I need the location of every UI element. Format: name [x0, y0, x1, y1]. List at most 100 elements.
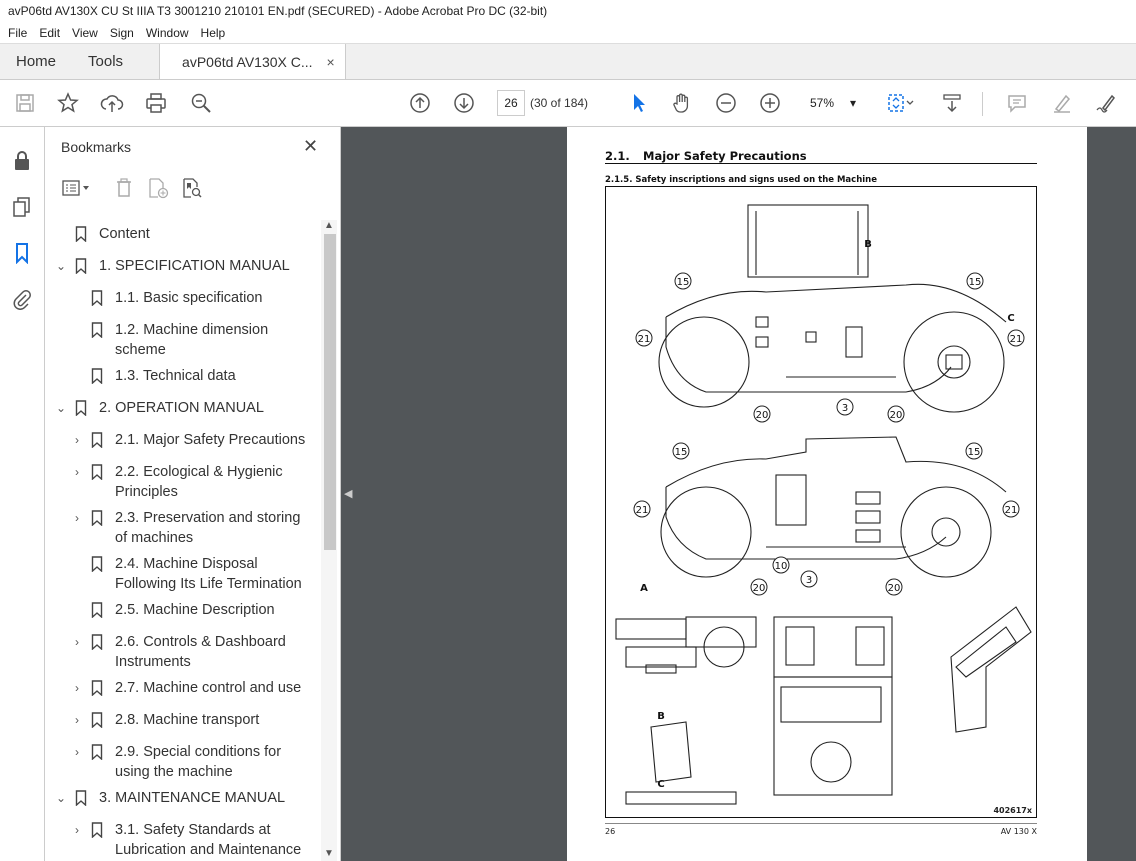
bookmark-item[interactable]: ⌄ 1. SPECIFICATION MANUAL: [53, 256, 290, 276]
options-menu-icon[interactable]: [59, 179, 93, 197]
hand-tool-icon[interactable]: [669, 80, 695, 126]
zoom-search-icon[interactable]: [188, 80, 214, 126]
select-cursor-icon[interactable]: [626, 80, 652, 126]
pages-icon[interactable]: [10, 195, 34, 219]
bookmark-item[interactable]: 2.5. Machine Description: [69, 600, 319, 620]
view-label-b2: B: [657, 711, 665, 722]
bookmark-item[interactable]: ⌄ 2. OPERATION MANUAL: [53, 398, 264, 418]
bookmark-item[interactable]: ⌄ 3. MAINTENANCE MANUAL: [53, 788, 285, 808]
toolbar: 26 (30 of 184) 57% ▾: [0, 80, 1136, 127]
bookmark-flag-icon: [85, 600, 109, 620]
chevron-icon: [69, 600, 85, 620]
zoom-out-icon[interactable]: [713, 80, 739, 126]
bookmark-item[interactable]: › 2.8. Machine transport: [69, 710, 319, 730]
bookmark-item[interactable]: › 2.3. Preservation and storing of machi…: [69, 508, 319, 548]
delete-icon[interactable]: [107, 178, 141, 198]
callout-label: 15: [969, 277, 982, 288]
zoom-value: 57%: [810, 96, 835, 110]
bookmark-item[interactable]: › 2.7. Machine control and use: [69, 678, 319, 698]
save-icon[interactable]: [12, 80, 38, 126]
tab-close-icon[interactable]: ×: [327, 54, 335, 70]
bookmark-item[interactable]: Content: [53, 224, 150, 244]
bookmark-label: Content: [99, 226, 150, 242]
bookmark-item[interactable]: 1.3. Technical data: [69, 366, 319, 386]
menu-window[interactable]: Window: [140, 26, 195, 40]
document-viewer[interactable]: ◀ 2.1. Major Safety Precautions 2.1.5. S…: [341, 127, 1136, 861]
zoom-in-icon[interactable]: [757, 80, 783, 126]
upload-cloud-icon[interactable]: [99, 80, 125, 126]
collapse-panel-icon[interactable]: ◀: [344, 487, 352, 500]
bookmarks-panel: Bookmarks ✕ Content ⌄ 1. SPECIFICATION M…: [45, 127, 341, 861]
new-bookmark-icon[interactable]: [141, 177, 175, 199]
heading-rule: [605, 163, 1037, 164]
chevron-right-icon[interactable]: ›: [69, 632, 85, 652]
callout-label: 20: [888, 583, 901, 594]
tab-bar: Home Tools avP06td AV130X C... ×: [0, 43, 1136, 80]
star-icon[interactable]: [55, 80, 81, 126]
chevron-right-icon[interactable]: ›: [69, 462, 85, 482]
comment-icon[interactable]: [1004, 80, 1030, 126]
bookmark-item[interactable]: › 2.9. Special conditions for using the …: [69, 742, 319, 782]
bookmark-item[interactable]: 1.1. Basic specification: [69, 288, 319, 308]
bookmark-list: Content ⌄ 1. SPECIFICATION MANUAL 1.1. B…: [45, 220, 321, 861]
chevron-right-icon[interactable]: ›: [69, 678, 85, 698]
scrollbar-thumb[interactable]: [324, 234, 336, 550]
bookmarks-icon[interactable]: [10, 241, 34, 265]
menu-view[interactable]: View: [66, 26, 104, 40]
section-heading: Major Safety Precautions: [643, 149, 807, 163]
bookmark-item[interactable]: › 2.1. Major Safety Precautions: [69, 430, 319, 450]
chevron-right-icon[interactable]: ›: [69, 508, 85, 528]
bookmark-flag-icon: [69, 398, 93, 418]
fit-page-icon[interactable]: [884, 80, 918, 126]
section-title: 2.1. Major Safety Precautions: [605, 149, 807, 163]
chevron-icon: [69, 366, 85, 386]
chevron-right-icon[interactable]: ›: [69, 710, 85, 730]
scroll-down-icon[interactable]: ▼: [324, 848, 334, 859]
bookmark-label: 2.6. Controls & Dashboard Instruments: [115, 634, 286, 670]
callout-label: 20: [753, 583, 766, 594]
chevron-right-icon[interactable]: ›: [69, 430, 85, 450]
bookmark-item[interactable]: › 2.6. Controls & Dashboard Instruments: [69, 632, 319, 672]
menu-help[interactable]: Help: [195, 26, 232, 40]
pdf-page: 2.1. Major Safety Precautions 2.1.5. Saf…: [567, 127, 1087, 861]
tab-tools[interactable]: Tools: [72, 44, 139, 79]
print-icon[interactable]: [143, 80, 169, 126]
bookmark-item[interactable]: 1.2. Machine dimension scheme: [69, 320, 319, 360]
highlight-pen-icon[interactable]: [1049, 80, 1075, 126]
bookmark-label: 2.1. Major Safety Precautions: [115, 432, 306, 448]
sign-pen-icon[interactable]: [1093, 80, 1119, 126]
tab-document[interactable]: avP06td AV130X C... ×: [159, 44, 346, 79]
bookmark-flag-icon: [85, 742, 109, 762]
chevron-icon: [69, 288, 85, 308]
page-number-input[interactable]: 26: [497, 90, 525, 116]
bookmark-item[interactable]: › 2.2. Ecological & Hygienic Principles: [69, 462, 319, 502]
scroll-up-icon[interactable]: ▲: [324, 220, 334, 231]
bookmark-item[interactable]: › 3.1. Safety Standards at Lubrication a…: [69, 820, 321, 860]
panel-scrollbar[interactable]: ▲ ▼: [321, 220, 337, 861]
bookmark-tools: [59, 175, 209, 201]
bookmark-flag-icon: [69, 256, 93, 276]
chevron-right-icon[interactable]: ›: [69, 820, 85, 840]
next-page-icon[interactable]: [451, 80, 477, 126]
lock-icon[interactable]: [10, 149, 34, 173]
bookmark-flag-icon: [69, 224, 93, 244]
previous-page-icon[interactable]: [407, 80, 433, 126]
menu-bar: File Edit View Sign Window Help: [0, 22, 1136, 43]
scroll-mode-icon[interactable]: [939, 80, 965, 126]
chevron-down-icon[interactable]: ⌄: [53, 788, 69, 808]
figure-code: 402617x: [993, 806, 1032, 815]
tab-home[interactable]: Home: [0, 44, 72, 79]
menu-file[interactable]: File: [2, 26, 33, 40]
attachments-icon[interactable]: [10, 287, 34, 311]
zoom-select[interactable]: 57% ▾: [800, 90, 862, 116]
chevron-right-icon[interactable]: ›: [69, 742, 85, 762]
chevron-down-icon[interactable]: ⌄: [53, 256, 69, 276]
view-label-b: B: [864, 239, 872, 250]
find-bookmark-icon[interactable]: [175, 177, 209, 199]
menu-edit[interactable]: Edit: [33, 26, 66, 40]
menu-sign[interactable]: Sign: [104, 26, 140, 40]
chevron-down-icon[interactable]: ⌄: [53, 398, 69, 418]
bookmark-item[interactable]: 2.4. Machine Disposal Following Its Life…: [69, 554, 321, 594]
close-icon[interactable]: ✕: [303, 136, 318, 157]
figure-drawing: 15 15 21 21 20 20 3 15 15 21 21 20 20 3: [615, 204, 1032, 805]
